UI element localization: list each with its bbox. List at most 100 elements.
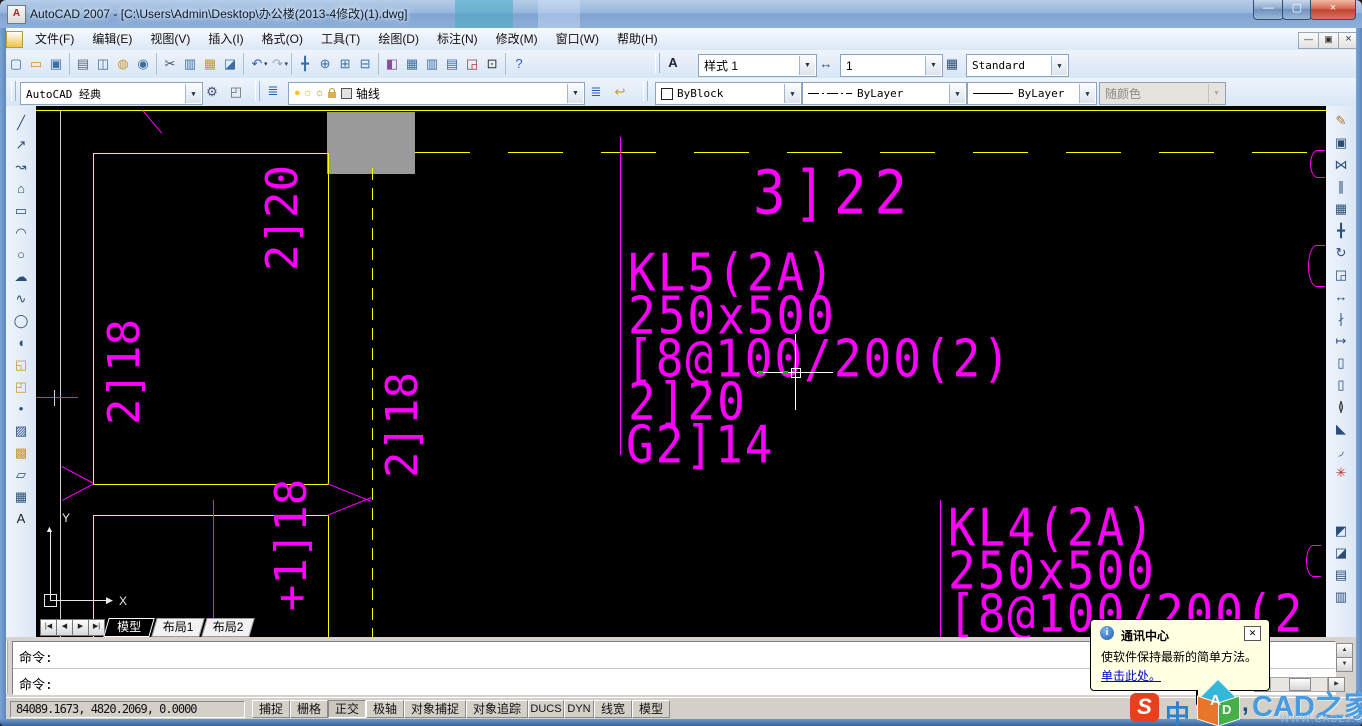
menu-window[interactable]: 窗口(W) <box>547 28 608 50</box>
help-icon[interactable]: ? <box>509 54 529 74</box>
menu-modify[interactable]: 修改(M) <box>487 28 547 50</box>
line-icon[interactable]: ╱ <box>10 112 32 134</box>
layer-color-swatch[interactable] <box>341 88 352 99</box>
send-to-back-icon[interactable]: ◪ <box>1330 542 1352 564</box>
polyline-icon[interactable]: ↝ <box>10 156 32 178</box>
tool-palettes-icon[interactable]: ▥ <box>422 54 442 74</box>
redo-dropdown-icon[interactable]: ▾ <box>285 60 289 68</box>
snap-toggle[interactable]: 捕捉 <box>252 700 290 718</box>
zoom-realtime-icon[interactable]: ⊕ <box>315 54 335 74</box>
doc-minimize-button[interactable]: — <box>1298 32 1319 49</box>
plot-preview-icon[interactable]: ◫ <box>93 54 113 74</box>
array-icon[interactable]: ▦ <box>1330 198 1352 220</box>
point-icon[interactable]: • <box>10 398 32 420</box>
layer-lock-icon[interactable] <box>328 92 336 98</box>
break-icon[interactable]: ▯ <box>1330 374 1352 396</box>
ellipse-icon[interactable]: ◯ <box>10 310 32 332</box>
workspace-settings-icon[interactable]: ⚙ <box>202 82 222 102</box>
lineweight-toggle[interactable]: 线宽 <box>594 700 632 718</box>
command-scroll-down-button[interactable]: ▼ <box>1336 657 1353 672</box>
menu-view[interactable]: 视图(V) <box>141 28 199 50</box>
chevron-down-icon[interactable]: ▼ <box>1051 56 1067 75</box>
command-scroll-up-button[interactable]: ▲ <box>1336 643 1353 658</box>
move-icon[interactable]: ╋ <box>1330 220 1352 242</box>
menu-edit[interactable]: 编辑(E) <box>83 28 141 50</box>
lineweight-control-select[interactable]: ByLayer▼ <box>967 82 1097 105</box>
chevron-down-icon[interactable]: ▼ <box>567 84 583 103</box>
trim-icon[interactable]: ∤ <box>1330 308 1352 330</box>
cut-icon[interactable]: ✂ <box>160 54 180 74</box>
rotate-icon[interactable]: ↻ <box>1330 242 1352 264</box>
bring-above-objects-icon[interactable]: ▤ <box>1330 564 1352 586</box>
bring-to-front-icon[interactable]: ◩ <box>1330 520 1352 542</box>
toolbar-grip[interactable] <box>655 53 660 73</box>
erase-icon[interactable]: ✎ <box>1330 110 1352 132</box>
revision-cloud-icon[interactable]: ☁ <box>10 266 32 288</box>
menu-dimension[interactable]: 标注(N) <box>428 28 487 50</box>
maximize-button[interactable]: ▢ <box>1282 0 1312 20</box>
save-workspace-icon[interactable]: ◰ <box>226 82 246 102</box>
ducs-toggle[interactable]: DUCS <box>528 700 564 718</box>
chevron-down-icon[interactable]: ▼ <box>799 56 815 75</box>
quickcalc-icon[interactable]: ⊡ <box>482 54 502 74</box>
copy-icon[interactable]: ▥ <box>180 54 200 74</box>
circle-icon[interactable]: ○ <box>10 244 32 266</box>
text-style-icon[interactable]: A <box>663 53 683 73</box>
toolbar-grip[interactable] <box>11 81 16 101</box>
tab-nav-first[interactable]: |◀ <box>40 619 57 636</box>
chevron-down-icon[interactable]: ▼ <box>185 84 201 103</box>
make-block-icon[interactable]: ◰ <box>10 376 32 398</box>
join-icon[interactable]: ≬ <box>1330 396 1352 418</box>
chevron-down-icon[interactable]: ▼ <box>1079 84 1095 103</box>
arc-icon[interactable]: ◠ <box>10 222 32 244</box>
table-style-select[interactable]: Standard▼ <box>966 54 1069 77</box>
color-control-select[interactable]: ByBlock▼ <box>655 82 802 105</box>
otrack-toggle[interactable]: 对象追踪 <box>466 700 528 718</box>
menu-file[interactable]: 文件(F) <box>26 28 83 50</box>
table-style-icon[interactable]: ▦ <box>942 54 962 74</box>
zoom-previous-icon[interactable]: ⊟ <box>355 54 375 74</box>
stretch-icon[interactable]: ↔ <box>1330 286 1352 308</box>
zoom-window-icon[interactable]: ⊞ <box>335 54 355 74</box>
dim-style-icon[interactable]: ↔ <box>816 54 836 74</box>
markup-set-manager-icon[interactable]: ◲ <box>462 54 482 74</box>
publish-icon[interactable]: ◉ <box>133 54 153 74</box>
chevron-down-icon[interactable]: ▼ <box>925 56 941 75</box>
properties-icon[interactable]: ◧ <box>382 54 402 74</box>
tab-nav-last[interactable]: ▶| <box>88 619 105 636</box>
layer-on-bulb-icon[interactable]: ● <box>294 84 301 103</box>
doc-restore-button[interactable]: ▣ <box>1318 32 1339 49</box>
toolbar-grip[interactable] <box>255 81 260 101</box>
scale-icon[interactable]: ◲ <box>1330 264 1352 286</box>
fillet-icon[interactable]: ◞ <box>1330 440 1352 462</box>
break-at-point-icon[interactable]: ▯ <box>1330 352 1352 374</box>
menu-insert[interactable]: 插入(I) <box>199 28 252 50</box>
linetype-control-select[interactable]: ByLayer▼ <box>802 82 967 105</box>
rectangle-icon[interactable]: ▭ <box>10 200 32 222</box>
plot-icon[interactable]: ▤ <box>73 54 93 74</box>
sheet-set-manager-icon[interactable]: ▤ <box>442 54 462 74</box>
explode-icon[interactable]: ✳ <box>1330 462 1352 484</box>
text-style-select[interactable]: 样式 1▼ <box>698 54 817 77</box>
new-file-icon[interactable]: ▢ <box>6 54 26 74</box>
offset-icon[interactable]: ∥ <box>1330 176 1352 198</box>
paste-icon[interactable]: ▦ <box>200 54 220 74</box>
menu-draw[interactable]: 绘图(D) <box>369 28 428 50</box>
publish-to-web-icon[interactable]: ◍ <box>113 54 133 74</box>
tab-layout2[interactable]: 布局2 <box>201 618 254 637</box>
tab-layout1[interactable]: 布局1 <box>151 618 204 637</box>
layer-select[interactable]: ● ☼ ☼ 轴线 ▼ <box>288 82 585 105</box>
command-prompt[interactable]: 命令: <box>19 674 53 693</box>
hatch-icon[interactable]: ▨ <box>10 420 32 442</box>
tab-nav-prev[interactable]: ◀ <box>56 619 73 636</box>
construction-line-icon[interactable]: ↗ <box>10 134 32 156</box>
insert-block-icon[interactable]: ◱ <box>10 354 32 376</box>
menu-help[interactable]: 帮助(H) <box>608 28 667 50</box>
pan-icon[interactable]: ╋ <box>295 54 315 74</box>
osnap-toggle[interactable]: 对象捕捉 <box>404 700 466 718</box>
ellipse-arc-icon[interactable]: ◖ <box>10 332 32 354</box>
chamfer-icon[interactable]: ◣ <box>1330 418 1352 440</box>
tab-model[interactable]: 模型 <box>103 618 154 637</box>
ortho-toggle[interactable]: 正交 <box>328 700 366 718</box>
designcenter-icon[interactable]: ▦ <box>402 54 422 74</box>
